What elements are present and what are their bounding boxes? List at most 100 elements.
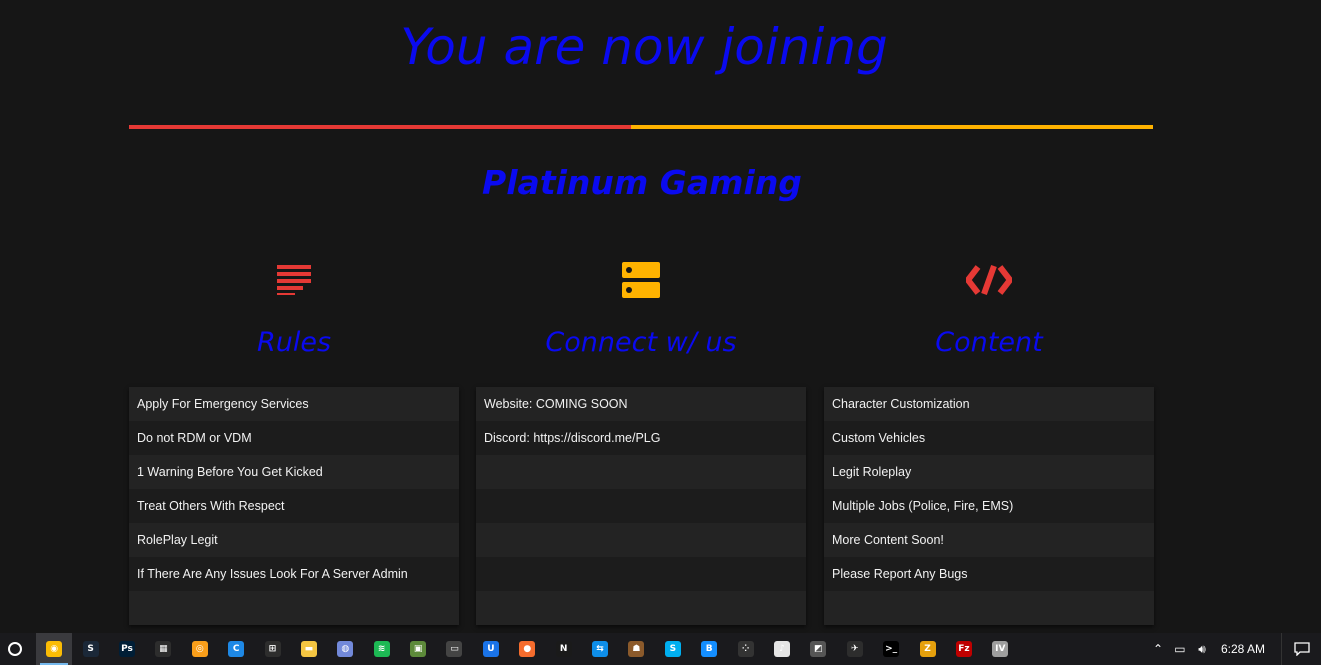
server-name: Platinum Gaming [482, 163, 802, 202]
list-item [476, 489, 806, 523]
system-tray: ⌃ ▭ 🔊︎ 6:28 AM [1147, 633, 1321, 665]
list-item: Character Customization [824, 387, 1154, 421]
list-item: Treat Others With Respect [129, 489, 459, 523]
taskbar-app[interactable]: ⁘ [727, 633, 763, 665]
airplane-app-icon: ✈ [846, 641, 863, 657]
volume-icon[interactable]: 🔊︎ [1191, 633, 1213, 665]
connect-title: Connect w/ us [545, 327, 737, 358]
taskbar-app[interactable]: Fz [946, 633, 982, 665]
content-list: Character Customization Custom Vehicles … [824, 387, 1154, 625]
connect-column: Connect w/ us Website: COMING SOON Disco… [476, 250, 806, 625]
store-icon: ⊞ [264, 641, 281, 657]
taskbar-app[interactable]: >_ [873, 633, 909, 665]
content-title: Content [935, 327, 1043, 358]
taskbar-app[interactable]: ☗ [618, 633, 654, 665]
list-item: More Content Soon! [824, 523, 1154, 557]
notification-icon[interactable] [1281, 633, 1321, 665]
taskbar-app[interactable]: ▬ [291, 633, 327, 665]
taskbar-app[interactable]: Ps [109, 633, 145, 665]
taskbar-app[interactable]: S [655, 633, 691, 665]
uplay-icon: U [482, 641, 499, 657]
list-item [824, 591, 1154, 625]
list-item: Custom Vehicles [824, 421, 1154, 455]
taskbar-app[interactable]: ≋ [364, 633, 400, 665]
photoshop-icon: Ps [118, 641, 135, 657]
taskbar-app[interactable]: ⇆ [582, 633, 618, 665]
taskbar-app[interactable]: C [218, 633, 254, 665]
cortana-icon [8, 642, 22, 656]
loading-progress-fill [129, 125, 631, 129]
content-column: Content Character Customization Custom V… [824, 250, 1154, 625]
car-game-icon: ▭ [446, 641, 463, 657]
list-item: RolePlay Legit [129, 523, 459, 557]
chevron-up-icon[interactable]: ⌃ [1147, 633, 1169, 665]
rules-list: Apply For Emergency Services Do not RDM … [129, 387, 459, 625]
taskbar-app[interactable]: ● [509, 633, 545, 665]
origin-icon: ● [519, 641, 536, 657]
taskbar-app[interactable]: ◩ [800, 633, 836, 665]
list-item: Multiple Jobs (Police, Fire, EMS) [824, 489, 1154, 523]
taskbar-app[interactable]: ✈ [837, 633, 873, 665]
battlenet-icon: B [701, 641, 718, 657]
clock[interactable]: 6:28 AM [1221, 642, 1265, 656]
headline: You are now joining [400, 18, 888, 76]
teamviewer-icon: ⇆ [592, 641, 609, 657]
taskbar-app[interactable]: Z [909, 633, 945, 665]
list-item [476, 455, 806, 489]
taskbar: ◉ S Ps ▦ ◎ C ⊞ ▬ ◍ ≋ ▣ ▭ U ● N ⇆ ☗ S B ⁘ ♪ ◩ ✈ >_ Z Fz IV ⌃ ▭ 🔊︎ 6… [0, 633, 1321, 665]
taskbar-app[interactable]: U [473, 633, 509, 665]
connect-list: Website: COMING SOON Discord: https://di… [476, 387, 806, 625]
taskbar-app[interactable]: ◉ [36, 633, 73, 665]
taskbar-app[interactable]: B [691, 633, 727, 665]
itunes-icon: ♪ [774, 641, 790, 657]
rules-title: Rules [256, 327, 332, 358]
taskbar-app[interactable]: ⊞ [254, 633, 290, 665]
taskbar-apps: ◉ S Ps ▦ ◎ C ⊞ ▬ ◍ ≋ ▣ ▭ U ● N ⇆ ☗ S B ⁘ ♪ ◩ ✈ >_ Z Fz IV [36, 633, 1019, 665]
taskbar-app[interactable]: ▣ [400, 633, 436, 665]
code-icon [824, 250, 1154, 310]
taskbar-app[interactable]: ◎ [182, 633, 218, 665]
video-editor-icon: ▦ [155, 641, 172, 657]
taskbar-app[interactable]: ▭ [436, 633, 472, 665]
iv-app-icon: IV [992, 641, 1009, 657]
list-item[interactable]: Discord: https://discord.me/PLG [476, 421, 806, 455]
list-item: Legit Roleplay [824, 455, 1154, 489]
discord-icon: ◍ [337, 641, 354, 657]
ccleaner-icon: C [228, 641, 245, 657]
game-character-icon: ☗ [628, 641, 645, 657]
skype-icon: S [664, 641, 681, 657]
list-item [476, 591, 806, 625]
network-icon[interactable]: ▭ [1169, 633, 1191, 665]
list-item [129, 591, 459, 625]
list-item: 1 Warning Before You Get Kicked [129, 455, 459, 489]
list-item: Please Report Any Bugs [824, 557, 1154, 591]
dots-app-icon: ⁘ [737, 641, 754, 657]
steam-icon: S [82, 641, 99, 657]
rules-column: Rules Apply For Emergency Services Do no… [129, 250, 459, 625]
taskbar-app[interactable]: ♪ [764, 633, 800, 665]
filezilla-icon: Fz [955, 641, 972, 657]
taskbar-app[interactable]: S [72, 633, 108, 665]
start-button[interactable] [0, 633, 30, 665]
overwatch-icon: ◎ [191, 641, 208, 657]
list-item [476, 557, 806, 591]
taskbar-app[interactable]: ◍ [327, 633, 363, 665]
server-icon [476, 250, 806, 310]
list-item: If There Are Any Issues Look For A Serve… [129, 557, 459, 591]
minecraft-icon: ▣ [410, 641, 427, 657]
spotify-icon: ≋ [373, 641, 390, 657]
align-left-icon [129, 250, 459, 310]
taskbar-app[interactable]: IV [982, 633, 1018, 665]
list-item [476, 523, 806, 557]
taskbar-app[interactable]: ▦ [145, 633, 181, 665]
snipping-tool-icon: ◩ [810, 641, 827, 657]
loading-progress-bar [129, 125, 1153, 129]
netflix-icon: N [555, 641, 572, 657]
taskbar-app[interactable]: N [545, 633, 581, 665]
file-explorer-icon: ▬ [300, 641, 317, 657]
list-item: Apply For Emergency Services [129, 387, 459, 421]
terminal-icon: >_ [883, 641, 900, 657]
list-item: Website: COMING SOON [476, 387, 806, 421]
plex-icon: Z [919, 641, 936, 657]
list-item: Do not RDM or VDM [129, 421, 459, 455]
